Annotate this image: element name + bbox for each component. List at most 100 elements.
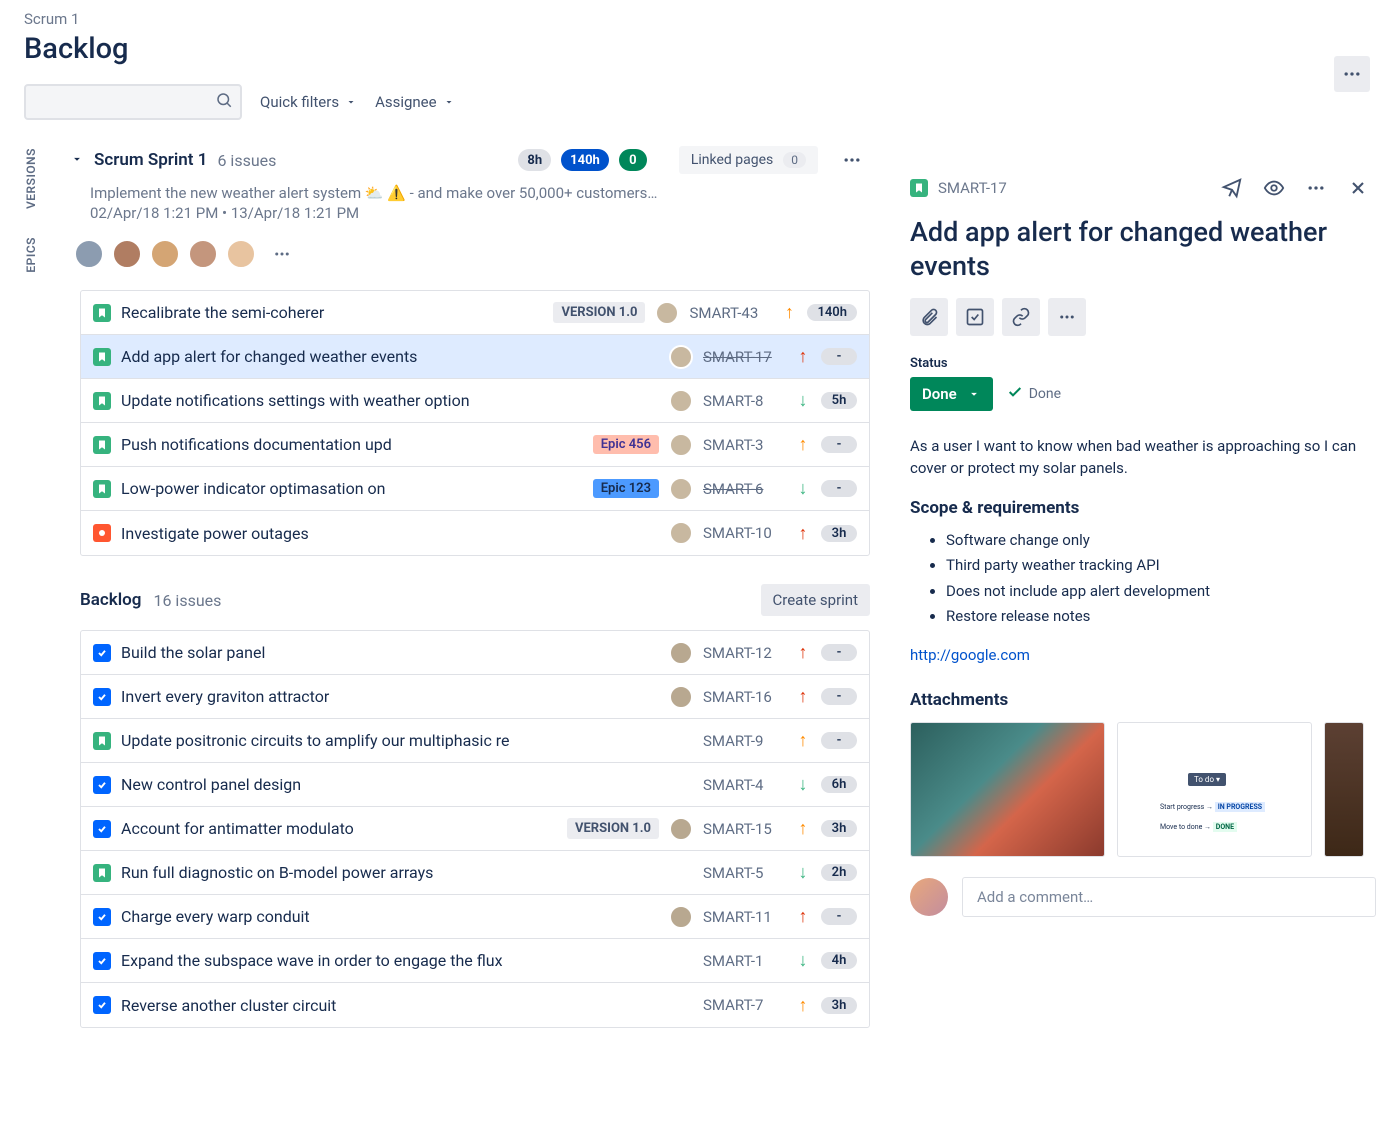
sprint-collapse-toggle[interactable] [70, 151, 84, 170]
detail-title[interactable]: Add app alert for changed weather events [910, 216, 1376, 284]
version-tag[interactable]: VERSION 1.0 [553, 302, 645, 323]
issue-summary: New control panel design [121, 775, 693, 794]
issue-row[interactable]: Add app alert for changed weather events… [81, 335, 869, 379]
status-dropdown[interactable]: Done [910, 377, 993, 411]
watch-button[interactable] [1256, 170, 1292, 206]
estimate-badge: 4h [821, 952, 857, 969]
issue-key[interactable]: SMART-11 [703, 908, 785, 926]
issue-row[interactable]: Investigate power outagesSMART-10↑3h [81, 511, 869, 555]
assignee-dropdown[interactable]: Assignee [375, 93, 455, 111]
backlog-issue-count: 16 issues [153, 591, 221, 610]
chevron-down-icon [967, 387, 981, 401]
assignee-avatar[interactable] [669, 345, 693, 369]
description-link[interactable]: http://google.com [910, 646, 1030, 664]
assignee-avatar[interactable] [669, 433, 693, 457]
search-input-wrapper[interactable] [24, 84, 242, 120]
issue-key[interactable]: SMART-16 [703, 688, 785, 706]
story-icon [93, 480, 111, 498]
versions-tab[interactable]: VERSIONS [24, 148, 70, 209]
backlog-title: Backlog [80, 590, 141, 610]
issue-row[interactable]: Expand the subspace wave in order to eng… [81, 939, 869, 983]
attachment-thumbnail[interactable] [1324, 722, 1364, 857]
link-button[interactable] [1002, 298, 1040, 336]
priority-icon: ↓ [795, 862, 811, 883]
more-actions-button[interactable] [1334, 56, 1370, 92]
issue-row[interactable]: Low-power indicator optimasation onEpic … [81, 467, 869, 511]
close-detail-button[interactable] [1340, 170, 1376, 206]
backlog-issue-list: Build the solar panelSMART-12↑-Invert ev… [80, 630, 870, 1028]
issue-key[interactable]: SMART-43 [689, 304, 771, 322]
breadcrumb[interactable]: Scrum 1 [24, 0, 870, 28]
issue-key[interactable]: SMART-15 [703, 820, 785, 838]
issue-summary: Expand the subspace wave in order to eng… [121, 951, 693, 970]
issue-row[interactable]: Run full diagnostic on B-model power arr… [81, 851, 869, 895]
attachment-thumbnail[interactable] [910, 722, 1105, 857]
create-sprint-button[interactable]: Create sprint [761, 584, 871, 616]
estimate-badge: - [821, 436, 857, 453]
issue-row[interactable]: Update notifications settings with weath… [81, 379, 869, 423]
avatar[interactable] [150, 239, 180, 269]
issue-summary: Run full diagnostic on B-model power arr… [121, 863, 693, 882]
epic-tag[interactable]: Epic 456 [593, 435, 659, 454]
sprint-more-button[interactable] [834, 142, 870, 178]
issue-key[interactable]: SMART-9 [703, 732, 785, 750]
issue-row[interactable]: Update positronic circuits to amplify ou… [81, 719, 869, 763]
chevron-down-icon [345, 96, 357, 108]
epic-tag[interactable]: Epic 123 [593, 479, 659, 498]
assignee-avatar[interactable] [669, 905, 693, 929]
scope-list: Software change onlyThird party weather … [910, 528, 1376, 630]
issue-row[interactable]: Build the solar panelSMART-12↑- [81, 631, 869, 675]
avatars-more-button[interactable] [264, 236, 300, 272]
issue-row[interactable]: Push notifications documentation upd Epic… [81, 423, 869, 467]
comment-input[interactable]: Add a comment… [962, 877, 1376, 917]
assignee-avatar[interactable] [655, 301, 679, 325]
issue-key[interactable]: SMART-3 [703, 436, 785, 454]
avatar[interactable] [112, 239, 142, 269]
assignee-avatar[interactable] [669, 641, 693, 665]
issue-key[interactable]: SMART-5 [703, 864, 785, 882]
issue-row[interactable]: Account for antimatter modulatoVERSION 1… [81, 807, 869, 851]
attachment-thumbnail[interactable]: To do ▾ Start progress → IN PROGRESS Mov… [1117, 722, 1312, 857]
issue-row[interactable]: Invert every graviton attractorSMART-16↑… [81, 675, 869, 719]
linked-pages-button[interactable]: Linked pages 0 [679, 146, 818, 174]
assignee-avatar[interactable] [669, 389, 693, 413]
status-field-label: Status [910, 356, 1376, 371]
detail-more-button[interactable] [1298, 170, 1334, 206]
avatar[interactable] [188, 239, 218, 269]
issue-row[interactable]: Charge every warp conduitSMART-11↑- [81, 895, 869, 939]
task-icon [93, 908, 111, 926]
estimate-badge: 5h [821, 392, 857, 409]
give-feedback-button[interactable] [1214, 170, 1250, 206]
scope-item: Third party weather tracking API [946, 553, 1376, 579]
assignee-avatar[interactable] [669, 521, 693, 545]
issue-row[interactable]: Reverse another cluster circuitSMART-7↑3… [81, 983, 869, 1027]
issue-row[interactable]: New control panel designSMART-4↓6h [81, 763, 869, 807]
issue-key[interactable]: SMART-17 [703, 348, 785, 366]
detail-issue-key[interactable]: SMART-17 [938, 179, 1007, 197]
assignee-avatar[interactable] [669, 817, 693, 841]
issue-key[interactable]: SMART-8 [703, 392, 785, 410]
issue-row[interactable]: Recalibrate the semi-cohererVERSION 1.0S… [81, 291, 869, 335]
issue-summary: Charge every warp conduit [121, 907, 659, 926]
issue-key[interactable]: SMART-10 [703, 524, 785, 542]
epics-tab[interactable]: EPICS [24, 237, 70, 273]
assignee-avatar[interactable] [669, 685, 693, 709]
issue-key[interactable]: SMART-6 [703, 480, 785, 498]
quick-filters-dropdown[interactable]: Quick filters [260, 93, 357, 111]
assignee-avatar[interactable] [669, 477, 693, 501]
priority-icon: ↓ [795, 950, 811, 971]
checklist-button[interactable] [956, 298, 994, 336]
search-input[interactable] [34, 94, 215, 110]
estimate-badge: 3h [821, 525, 857, 542]
issue-key[interactable]: SMART-1 [703, 952, 785, 970]
issue-key[interactable]: SMART-12 [703, 644, 785, 662]
version-tag[interactable]: VERSION 1.0 [567, 818, 659, 839]
detail-description[interactable]: As a user I want to know when bad weathe… [910, 435, 1376, 480]
avatar[interactable] [226, 239, 256, 269]
detail-actions-more-button[interactable] [1048, 298, 1086, 336]
issue-summary: Push notifications documentation upd [121, 435, 583, 454]
issue-key[interactable]: SMART-4 [703, 776, 785, 794]
attach-button[interactable] [910, 298, 948, 336]
issue-key[interactable]: SMART-7 [703, 996, 785, 1014]
avatar[interactable] [74, 239, 104, 269]
